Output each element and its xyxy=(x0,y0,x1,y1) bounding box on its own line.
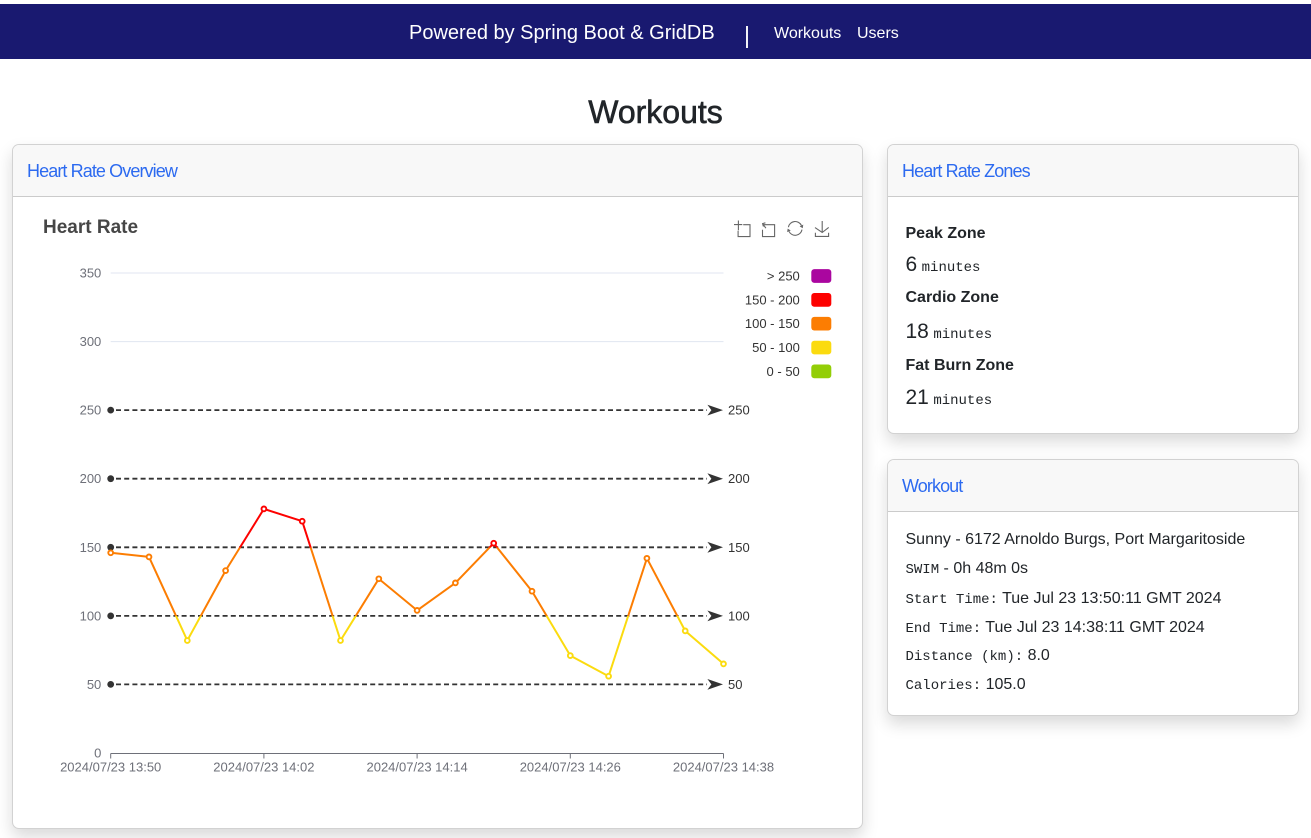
svg-text:0: 0 xyxy=(94,746,101,761)
svg-text:2024/07/23 14:26: 2024/07/23 14:26 xyxy=(520,760,621,775)
svg-text:2024/07/23 14:38: 2024/07/23 14:38 xyxy=(673,760,774,775)
svg-text:2024/07/23 13:50: 2024/07/23 13:50 xyxy=(60,760,161,775)
svg-text:250: 250 xyxy=(80,403,102,418)
svg-text:100 - 150: 100 - 150 xyxy=(745,316,800,331)
svg-text:Heart Rate: Heart Rate xyxy=(43,217,138,238)
svg-text:300: 300 xyxy=(80,334,102,349)
svg-text:100: 100 xyxy=(80,608,102,623)
svg-text:2024/07/23 14:02: 2024/07/23 14:02 xyxy=(213,760,314,775)
svg-text:0 - 50: 0 - 50 xyxy=(767,364,800,379)
svg-text:100: 100 xyxy=(728,608,750,623)
svg-text:50: 50 xyxy=(728,677,742,692)
svg-text:2024/07/23 14:14: 2024/07/23 14:14 xyxy=(366,760,467,775)
svg-text:150: 150 xyxy=(80,540,102,555)
svg-text:> 250: > 250 xyxy=(767,269,800,284)
svg-text:200: 200 xyxy=(728,471,750,486)
svg-text:200: 200 xyxy=(80,471,102,486)
svg-text:50: 50 xyxy=(87,677,101,692)
svg-text:350: 350 xyxy=(80,266,102,281)
svg-text:150 - 200: 150 - 200 xyxy=(745,292,800,307)
svg-text:150: 150 xyxy=(728,540,750,555)
svg-text:250: 250 xyxy=(728,403,750,418)
svg-text:50 - 100: 50 - 100 xyxy=(752,340,800,355)
